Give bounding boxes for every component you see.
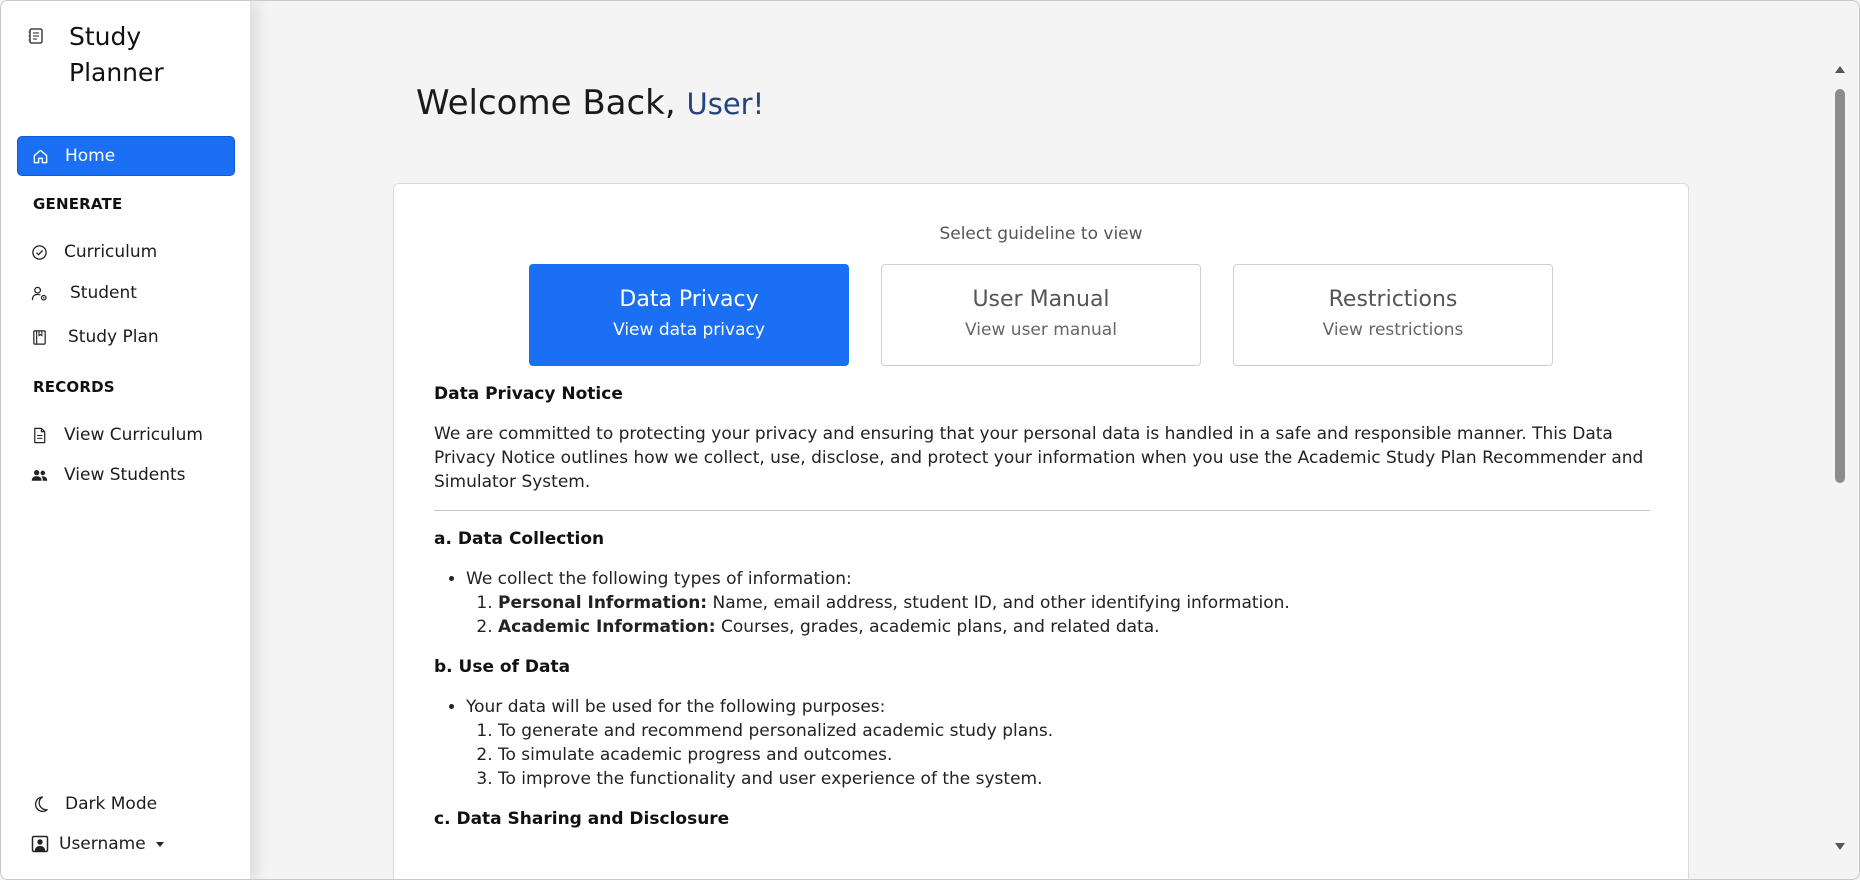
item-text: Name, email address, student ID, and oth…	[707, 593, 1290, 613]
list-item: Personal Information: Name, email addres…	[498, 591, 1650, 615]
guidelines-card: Select guideline to view Data Privacy Vi…	[393, 183, 1689, 879]
page-title: Welcome Back, User!	[416, 83, 764, 123]
list-item: Your data will be used for the following…	[466, 695, 1650, 791]
section-b-sublist: To generate and recommend personalized a…	[498, 719, 1650, 791]
sidebar-item-view-curriculum[interactable]: View Curriculum	[17, 415, 235, 455]
app-title: Study Planner	[69, 22, 164, 87]
option-subtitle: View user manual	[965, 320, 1117, 340]
option-title: User Manual	[972, 287, 1110, 312]
sidebar-item-label: Home	[65, 146, 116, 166]
username-label: Username	[59, 834, 146, 854]
dark-mode-toggle[interactable]: Dark Mode	[31, 794, 157, 814]
sidebar-item-label: View Curriculum	[64, 425, 203, 445]
sidebar-item-study-plan[interactable]: Study Plan	[17, 317, 235, 357]
item-text: Courses, grades, academic plans, and rel…	[715, 617, 1160, 637]
section-a-title: a. Data Collection	[434, 529, 605, 549]
list-item-text: We collect the following types of inform…	[466, 569, 852, 589]
option-title: Restrictions	[1328, 287, 1458, 312]
sidebar-item-home[interactable]: Home	[17, 136, 235, 176]
user-menu[interactable]: Username	[31, 834, 164, 854]
list-item: Academic Information: Courses, grades, a…	[498, 615, 1650, 639]
list-item: To generate and recommend personalized a…	[498, 719, 1650, 743]
section-c-title: c. Data Sharing and Disclosure	[434, 809, 730, 829]
brand[interactable]: Study Planner	[27, 19, 179, 91]
notice-heading: Data Privacy Notice	[434, 384, 623, 404]
list-item: To simulate academic progress and outcom…	[498, 743, 1650, 767]
list-item: To improve the functionality and user ex…	[498, 767, 1650, 791]
privacy-notice: Data Privacy Notice We are committed to …	[434, 382, 1650, 831]
section-a-list: We collect the following types of inform…	[466, 567, 1650, 639]
sidebar-item-label: Study Plan	[68, 327, 159, 347]
section-b-title: b. Use of Data	[434, 657, 571, 677]
divider	[434, 510, 1650, 511]
home-icon	[33, 149, 48, 163]
book-icon	[33, 329, 46, 345]
users-icon	[31, 469, 48, 481]
item-label: Personal Information:	[498, 593, 708, 613]
scroll-down-arrow-icon[interactable]	[1834, 841, 1846, 853]
sidebar-item-label: Curriculum	[64, 242, 158, 262]
list-item-text: Your data will be used for the following…	[466, 697, 886, 717]
sidebar-item-label: Student	[70, 283, 137, 303]
page-scrollbar[interactable]	[1831, 63, 1849, 853]
list-item: We collect the following types of inform…	[466, 567, 1650, 639]
sidebar-item-student[interactable]: Student	[17, 273, 235, 313]
option-subtitle: View restrictions	[1322, 320, 1464, 340]
select-guideline-label: Select guideline to view	[939, 224, 1143, 244]
scrollbar-thumb[interactable]	[1835, 89, 1845, 483]
sidebar-item-label: View Students	[64, 465, 186, 485]
caret-down-icon	[155, 841, 164, 847]
section-a-sublist: Personal Information: Name, email addres…	[498, 591, 1650, 639]
dark-mode-label: Dark Mode	[65, 794, 158, 814]
scroll-up-arrow-icon[interactable]	[1834, 63, 1846, 75]
guideline-option-restrictions[interactable]: Restrictions View restrictions	[1233, 264, 1553, 366]
option-title: Data Privacy	[619, 287, 759, 312]
user-gear-icon	[31, 286, 47, 301]
document-icon	[34, 427, 46, 443]
notebook-icon	[28, 28, 43, 44]
section-heading-records: RECORDS	[33, 378, 115, 396]
sidebar-item-view-students[interactable]: View Students	[17, 455, 235, 495]
moon-icon	[34, 796, 48, 813]
sidebar-item-curriculum[interactable]: Curriculum	[17, 232, 235, 272]
guideline-option-user-manual[interactable]: User Manual View user manual	[881, 264, 1201, 366]
option-subtitle: View data privacy	[613, 320, 765, 340]
welcome-text: Welcome Back,	[416, 83, 676, 123]
sidebar: Study Planner Home GENERATE Curriculum S…	[1, 1, 251, 879]
check-circle-icon	[32, 244, 47, 260]
notice-intro: We are committed to protecting your priv…	[434, 424, 1644, 492]
main-content: Welcome Back, User! Select guideline to …	[251, 1, 1859, 879]
user-square-icon	[31, 835, 49, 853]
section-heading-generate: GENERATE	[33, 195, 123, 213]
welcome-user-name: User!	[686, 87, 765, 121]
section-b-list: Your data will be used for the following…	[466, 695, 1650, 791]
item-label: Academic Information:	[498, 617, 716, 637]
app-window: Study Planner Home GENERATE Curriculum S…	[0, 0, 1860, 880]
guideline-option-data-privacy[interactable]: Data Privacy View data privacy	[529, 264, 849, 366]
